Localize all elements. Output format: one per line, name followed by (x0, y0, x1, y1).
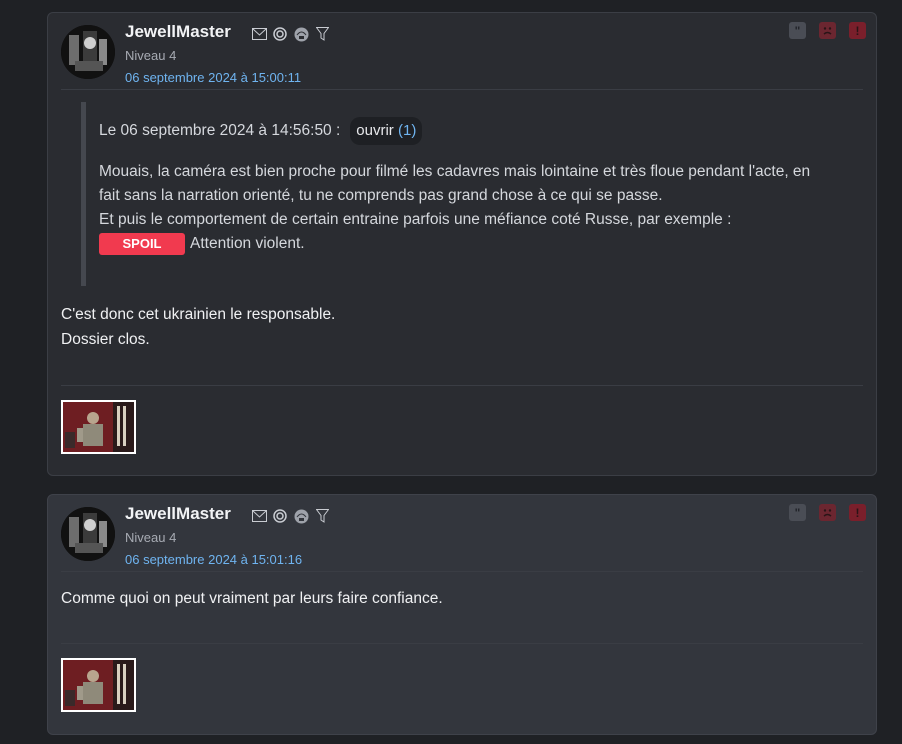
forum-post: JewellMaster Niveau 4 06 septembre 2024 … (47, 12, 877, 476)
spiral-icon[interactable] (272, 508, 288, 524)
post-body-line: Dossier clos. (61, 331, 150, 348)
globe-icon[interactable] (293, 508, 309, 524)
header-separator (61, 89, 863, 90)
post-body: C'est donc cet ukrainien le responsable.… (61, 302, 335, 352)
quote-line: fait sans la narration orienté, tu ne co… (99, 187, 663, 204)
spoil-button[interactable]: SPOIL (99, 232, 185, 255)
filter-icon[interactable] (314, 26, 330, 42)
quote-icon[interactable]: " (789, 22, 806, 39)
sad-face-icon[interactable] (819, 22, 836, 39)
spiral-icon[interactable] (272, 26, 288, 42)
globe-icon[interactable] (293, 26, 309, 42)
sad-face-icon[interactable] (819, 504, 836, 521)
post-actions: " ! (789, 504, 866, 521)
quote-line: Mouais, la caméra est bien proche pour f… (99, 163, 811, 180)
author-name[interactable]: JewellMaster (125, 22, 231, 42)
author-avatar[interactable] (61, 507, 115, 561)
author-name[interactable]: JewellMaster (125, 504, 231, 524)
quote-line: Et puis le comportement de certain entra… (99, 211, 732, 228)
post-date[interactable]: 06 septembre 2024 à 15:00:11 (125, 70, 301, 85)
filter-icon[interactable] (314, 508, 330, 524)
author-level: Niveau 4 (125, 48, 177, 63)
author-avatar[interactable] (61, 25, 115, 79)
forum-post: JewellMaster Niveau 4 06 septembre 2024 … (47, 494, 877, 735)
spoil-caption: Attention violent. (190, 235, 305, 252)
signature-image[interactable] (61, 400, 136, 454)
signature-image[interactable] (61, 658, 136, 712)
header-separator (61, 571, 863, 572)
mail-icon[interactable] (251, 508, 267, 524)
quote-header: Le 06 septembre 2024 à 14:56:50 : ouvrir… (99, 117, 423, 145)
quote-line-spoil: SPOIL Attention violent. (99, 232, 859, 256)
quote-text: Mouais, la caméra est bien proche pour f… (99, 160, 859, 256)
alert-icon[interactable]: ! (849, 22, 866, 39)
signature-separator (61, 643, 863, 644)
author-level: Niveau 4 (125, 530, 177, 545)
open-quote-button[interactable]: ouvrir (1) (350, 117, 423, 145)
post-body-line: Comme quoi on peut vraiment par leurs fa… (61, 590, 443, 607)
open-quote-count: (1) (397, 122, 417, 139)
author-meta-icons (251, 26, 330, 42)
signature-separator (61, 385, 863, 386)
quote-source: Le 06 septembre 2024 à 14:56:50 : (99, 122, 341, 139)
post-body: Comme quoi on peut vraiment par leurs fa… (61, 586, 443, 611)
post-date[interactable]: 06 septembre 2024 à 15:01:16 (125, 552, 302, 567)
quote-icon[interactable]: " (789, 504, 806, 521)
open-quote-label: ouvrir (356, 122, 394, 139)
post-body-line: C'est donc cet ukrainien le responsable. (61, 306, 336, 323)
author-meta-icons (251, 508, 330, 524)
alert-icon[interactable]: ! (849, 504, 866, 521)
quote-block: Le 06 septembre 2024 à 14:56:50 : ouvrir… (81, 102, 869, 286)
post-actions: " ! (789, 22, 866, 39)
mail-icon[interactable] (251, 26, 267, 42)
